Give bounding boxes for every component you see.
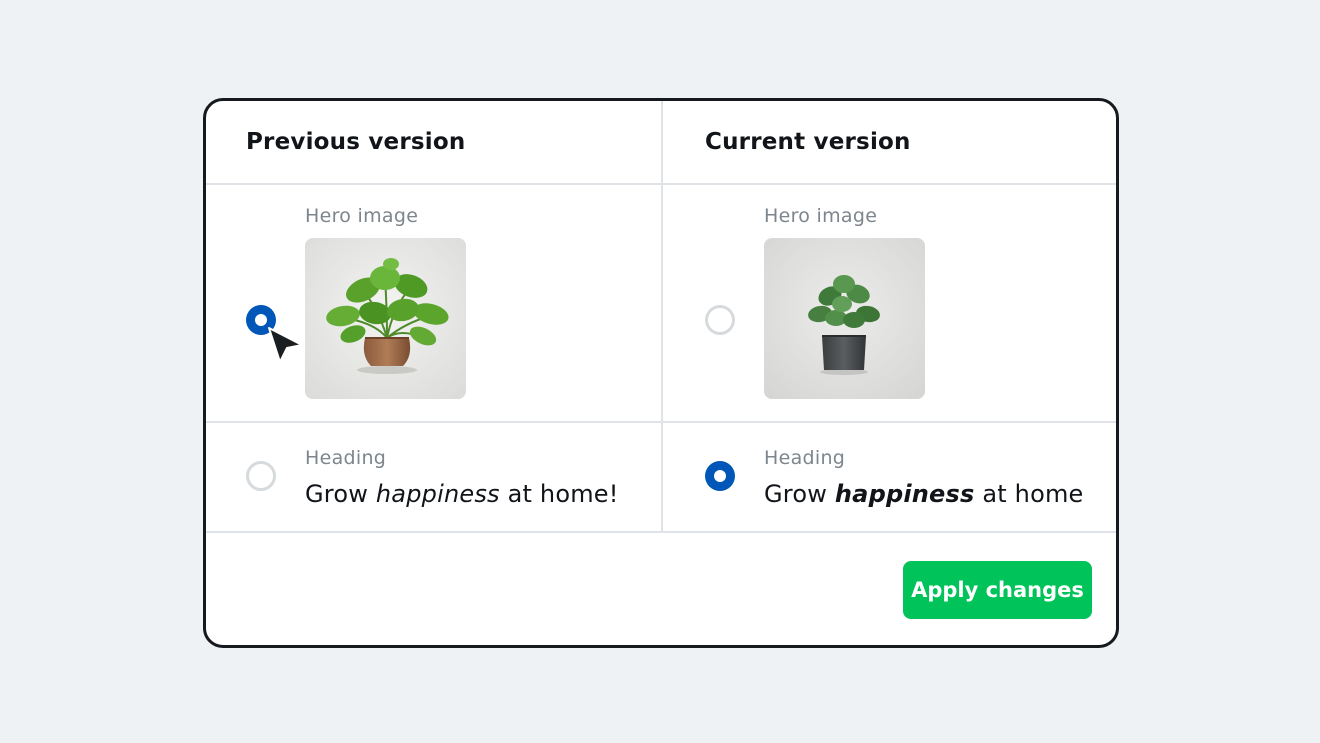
previous-heading-radio[interactable] — [246, 461, 276, 491]
previous-heading-emphasis: happiness — [375, 480, 500, 508]
arrow-cursor-icon — [268, 327, 303, 363]
hero-image-row: Hero image Hero image — [206, 185, 1116, 423]
plant-terracotta-pot-icon — [305, 238, 466, 399]
current-hero-image[interactable] — [764, 238, 925, 399]
previous-heading-pre: Grow — [305, 480, 376, 508]
current-version-title: Current version — [705, 129, 911, 155]
heading-row: Heading Grow happiness at home! Heading … — [206, 423, 1116, 533]
plant-grey-pot-icon — [764, 238, 925, 399]
previous-heading-post: at home! — [499, 480, 619, 508]
current-heading-radio[interactable] — [705, 461, 735, 491]
previous-heading-label: Heading — [305, 447, 387, 469]
previous-hero-image[interactable] — [305, 238, 466, 399]
current-heading-post: at home — [974, 480, 1084, 508]
header-row: Previous version Current version — [206, 101, 1116, 185]
previous-version-title: Previous version — [246, 129, 466, 155]
current-hero-label: Hero image — [764, 205, 878, 227]
current-heading-emphasis: happiness — [834, 480, 975, 508]
apply-changes-button[interactable]: Apply changes — [903, 561, 1092, 619]
current-hero-radio[interactable] — [705, 305, 735, 335]
current-heading-text: Grow happiness at home — [764, 480, 1084, 508]
current-heading-pre: Grow — [764, 480, 835, 508]
previous-hero-label: Hero image — [305, 205, 419, 227]
previous-heading-text: Grow happiness at home! — [305, 480, 619, 508]
version-compare-card: Previous version Current version Hero im… — [203, 98, 1119, 648]
current-heading-label: Heading — [764, 447, 846, 469]
